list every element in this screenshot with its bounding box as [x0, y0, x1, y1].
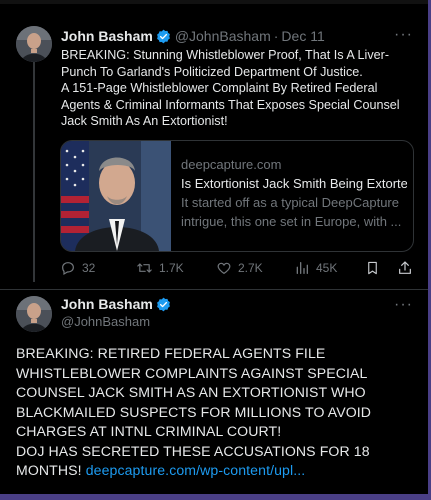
- author-avatar[interactable]: [16, 296, 52, 332]
- author-handle[interactable]: @JohnBasham: [61, 314, 150, 329]
- author-handle[interactable]: @JohnBasham: [175, 28, 271, 44]
- tweet-text-line: WHISTLEBLOWER COMPLAINTS AGAINST SPECIAL: [16, 364, 368, 381]
- tweet-text-line: Jack Smith As An Extortionist!: [61, 114, 228, 129]
- more-icon[interactable]: ···: [394, 297, 413, 313]
- tweet-text-line: DOJ HAS SECRETED THESE ACCUSATIONS FOR 1…: [16, 442, 370, 459]
- window-bottom-edge: [0, 494, 431, 500]
- view-count: 45K: [316, 261, 338, 275]
- reply-icon: [62, 262, 74, 276]
- author-avatar[interactable]: [16, 26, 52, 62]
- tweet-text-line: Punch To Garland's Politicized Departmen…: [61, 64, 363, 79]
- tweet-text-line: CHARGES AT INTNL CRIMINAL COURT!: [16, 423, 282, 439]
- window-top-edge: [0, 0, 431, 4]
- tweet-header: John Basham @JohnBasham · Dec 11: [61, 26, 325, 46]
- avatar-image: [16, 26, 52, 62]
- bookmark-icon: [368, 261, 377, 275]
- card-description: It started off as a typical DeepCapture …: [181, 195, 402, 229]
- thread-connector-line: [33, 62, 35, 282]
- views-button[interactable]: 45K: [294, 260, 337, 276]
- link-preview-card[interactable]: deepcapture.com Is Extortionist Jack Smi…: [60, 140, 414, 252]
- tweet-text-line: Agents & Criminal Informants That Expose…: [61, 97, 400, 112]
- separator-dot: ·: [273, 28, 279, 44]
- tweet-text-line: BREAKING: Stunning Whistleblower Proof, …: [61, 48, 390, 62]
- tweet-date[interactable]: Dec 11: [281, 28, 324, 44]
- reply-button[interactable]: 32: [60, 260, 95, 276]
- tweet-text-line: BLACKMAILED SUSPECTS FOR MILLIONS TO AVO…: [16, 403, 372, 420]
- card-thumbnail-image: [61, 141, 171, 251]
- avatar-image: [16, 296, 52, 332]
- like-button[interactable]: 2.7K: [216, 260, 263, 276]
- tweet-text-line: MONTHS! deepcapture.com/wp-content/upl..…: [16, 461, 416, 481]
- tweet-text-line: COUNSEL JACK SMITH AS AN EXTORTIONIST WH…: [16, 384, 366, 400]
- card-body: deepcapture.com Is Extortionist Jack Smi…: [181, 155, 407, 231]
- verified-badge-icon: [156, 29, 170, 43]
- repost-button[interactable]: 1.7K: [136, 260, 184, 276]
- like-icon: [217, 262, 231, 275]
- card-title: Is Extortionist Jack Smith Being Extorte…: [181, 176, 407, 191]
- views-icon: [296, 262, 308, 274]
- share-icon: [399, 261, 411, 274]
- tweet-text-line: A 151-Page Whistleblower Complaint By Re…: [61, 81, 378, 96]
- verified-badge-icon: [156, 297, 170, 311]
- tweet-text: BREAKING: RETIRED FEDERAL AGENTS FILE WH…: [16, 344, 416, 481]
- tweet-text-line: BREAKING: RETIRED FEDERAL AGENTS FILE: [16, 345, 326, 361]
- author-name[interactable]: John Basham: [61, 28, 153, 44]
- author-name[interactable]: John Basham: [61, 296, 153, 312]
- more-icon[interactable]: ···: [394, 27, 413, 43]
- tweet-link[interactable]: deepcapture.com/wp-content/upl...: [86, 462, 306, 478]
- tweet-actions: 32 1.7K 2.7K 45K: [60, 260, 415, 278]
- tweet-text-last: MONTHS!: [16, 462, 82, 478]
- repost-icon: [137, 263, 152, 273]
- tweet-text: BREAKING: Stunning Whistleblower Proof, …: [61, 47, 411, 130]
- reply-count: 32: [82, 261, 96, 275]
- bookmark-button[interactable]: [365, 260, 380, 276]
- card-domain: deepcapture.com: [181, 157, 282, 172]
- repost-count: 1.7K: [159, 261, 184, 275]
- like-count: 2.7K: [238, 261, 263, 275]
- share-button[interactable]: [397, 260, 413, 276]
- tweet-divider: [0, 289, 428, 290]
- tweet-header: John Basham: [61, 296, 171, 312]
